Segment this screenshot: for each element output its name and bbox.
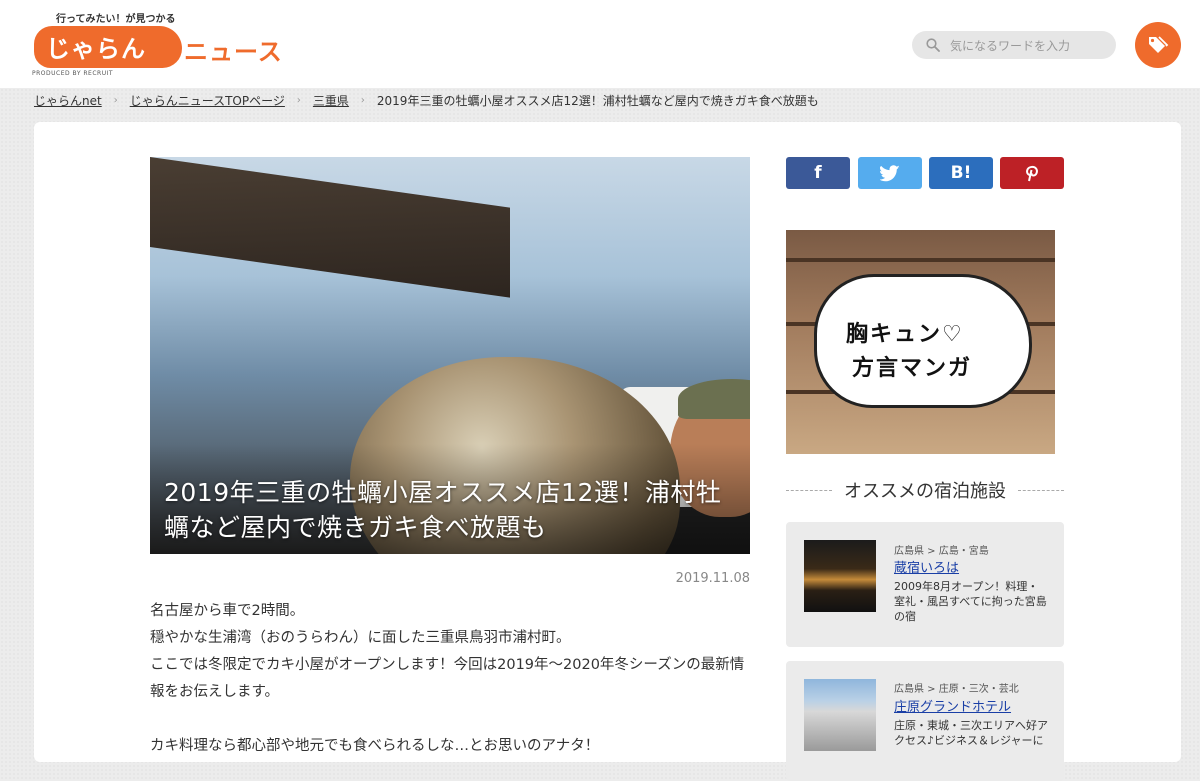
- hotel-card[interactable]: 広島県 > 庄原・三次・芸北 庄原グランドホテル 庄原・東城・三次エリアへ好アク…: [786, 661, 1064, 781]
- logo-tagline: 行ってみたい！が見つかる: [56, 14, 176, 25]
- banner-title-line2: 方言マンガ: [852, 356, 973, 381]
- hotel-name-link[interactable]: 蔵宿いろは: [894, 557, 959, 576]
- pinterest-share-button[interactable]: [1000, 157, 1064, 189]
- hotel-thumbnail[interactable]: [804, 679, 876, 751]
- article-paragraph: カキ料理なら都心部や地元でも食べられるしな…とお思いのアナタ！: [150, 738, 600, 754]
- hotel-description: 2009年8月オープン！料理・室礼・風呂すべてに拘った宮島の宿: [894, 580, 1047, 623]
- logo-news-text: ニュース: [184, 38, 283, 66]
- banner-title-line1: 胸キュン♡: [846, 322, 964, 347]
- logo-main-text: じゃらん: [46, 35, 146, 63]
- breadcrumb-link-mie[interactable]: 三重県: [313, 92, 349, 109]
- recommended-stays-heading: オススメの宿泊施設: [786, 478, 1064, 502]
- logo-produced-by: PRODUCED BY RECRUIT: [32, 70, 114, 77]
- pinterest-icon: [1026, 165, 1038, 182]
- bookshelf-shelf: [786, 258, 1055, 262]
- breadcrumb-link-news-top[interactable]: じゃらんニュースTOPページ: [130, 92, 285, 109]
- article-paragraph: 名古屋から車で2時間。: [150, 603, 305, 619]
- chevron-right-icon: ›: [360, 94, 365, 106]
- hotel-description: 庄原・東城・三次エリアへ好アクセス♪ビジネス＆レジャーに: [894, 719, 1048, 747]
- section-title-text: オススメの宿泊施設: [844, 481, 1006, 502]
- site-header: 行ってみたい！が見つかる じゃらん ニュース PRODUCED BY RECRU…: [0, 0, 1200, 88]
- article-hero-image: 2019年三重の牡蠣小屋オススメ店12選！浦村牡蠣など屋内で焼きガキ食べ放題も: [150, 157, 750, 554]
- hotel-name-link[interactable]: 庄原グランドホテル: [894, 696, 1011, 715]
- chevron-right-icon: ›: [296, 94, 301, 106]
- hotel-area: 広島県 > 広島・宮島: [894, 546, 989, 557]
- article-date: 2019.11.08: [675, 571, 750, 586]
- breadcrumb-current: 2019年三重の牡蠣小屋オススメ店12選！浦村牡蠣など屋内で焼きガキ食べ放題も: [376, 93, 819, 108]
- article-paragraph: 穏やかな生浦湾（おのうらわん）に面した三重県鳥羽市浦村町。: [150, 630, 571, 646]
- article-title: 2019年三重の牡蠣小屋オススメ店12選！浦村牡蠣など屋内で焼きガキ食べ放題も: [164, 478, 722, 542]
- chevron-right-icon: ›: [113, 94, 118, 106]
- hotel-card[interactable]: 広島県 > 広島・宮島 蔵宿いろは 2009年8月オープン！料理・室礼・風呂すべ…: [786, 522, 1064, 647]
- jalan-news-logo[interactable]: 行ってみたい！が見つかる じゃらん ニュース PRODUCED BY RECRU…: [32, 8, 282, 80]
- tag-menu-button[interactable]: [1135, 22, 1181, 68]
- article-paragraph: ここでは冬限定でカキ小屋がオープンします！今回は2019年～2020年冬シーズン…: [150, 657, 745, 700]
- facebook-icon: f: [814, 163, 822, 183]
- search-box[interactable]: [912, 31, 1116, 59]
- hatena-icon: B!: [950, 163, 972, 183]
- article-body: 名古屋から車で2時間。 穏やかな生浦湾（おのうらわん）に面した三重県鳥羽市浦村町…: [150, 598, 750, 760]
- twitter-share-button[interactable]: [858, 157, 922, 189]
- dashed-divider: [1018, 489, 1064, 491]
- person-cap: [678, 379, 750, 419]
- breadcrumb: じゃらんnet › じゃらんニュースTOPページ › 三重県 › 2019年三重…: [34, 91, 819, 109]
- dashed-divider: [786, 489, 832, 491]
- hotel-thumbnail[interactable]: [804, 540, 876, 612]
- dialect-manga-banner[interactable]: 胸キュン♡ 方言マンガ: [786, 230, 1055, 454]
- search-icon: [926, 38, 940, 52]
- breadcrumb-link-jalan[interactable]: じゃらんnet: [34, 92, 102, 109]
- search-input[interactable]: [948, 35, 1112, 57]
- twitter-icon: [879, 164, 900, 181]
- hotel-area: 広島県 > 庄原・三次・芸北: [894, 684, 1019, 695]
- hatena-bookmark-button[interactable]: B!: [929, 157, 993, 189]
- hut-roof: [150, 157, 510, 298]
- tag-icon: [1149, 36, 1169, 53]
- facebook-share-button[interactable]: f: [786, 157, 850, 189]
